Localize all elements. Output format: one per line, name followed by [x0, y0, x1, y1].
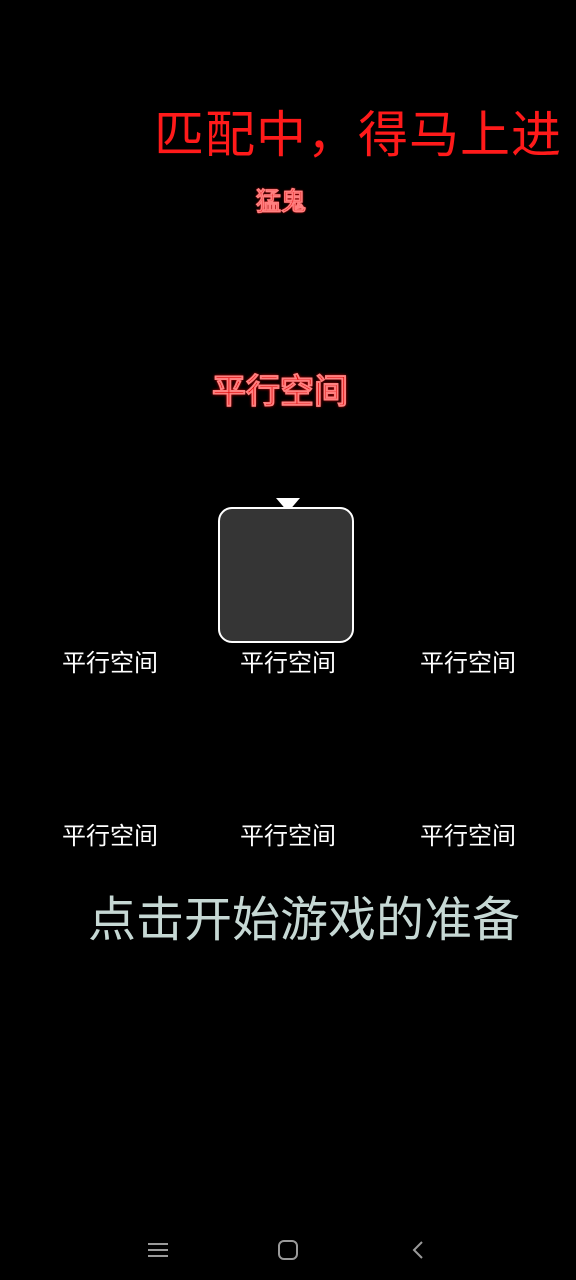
player-slot-3-name[interactable]: 平行空间 [388, 648, 548, 678]
player-slot-2-name[interactable]: 平行空间 [208, 648, 368, 678]
player-slot-5-name[interactable]: 平行空间 [208, 821, 368, 851]
back-icon[interactable] [398, 1230, 438, 1270]
start-game-ready-button[interactable]: 点击开始游戏的准备 [88, 890, 548, 950]
player-role-label: 猛鬼 [256, 187, 307, 217]
player-avatar-slot[interactable] [218, 507, 354, 643]
menu-icon[interactable] [138, 1230, 178, 1270]
player-slot-4-name[interactable]: 平行空间 [30, 821, 190, 851]
room-title: 平行空间 [212, 372, 349, 413]
home-icon[interactable] [268, 1230, 308, 1270]
system-navigation-bar [0, 1220, 576, 1280]
player-slot-6-name[interactable]: 平行空间 [388, 821, 548, 851]
player-slot-1-name[interactable]: 平行空间 [30, 648, 190, 678]
matching-status-banner: 匹配中，得马上进 [154, 106, 562, 164]
